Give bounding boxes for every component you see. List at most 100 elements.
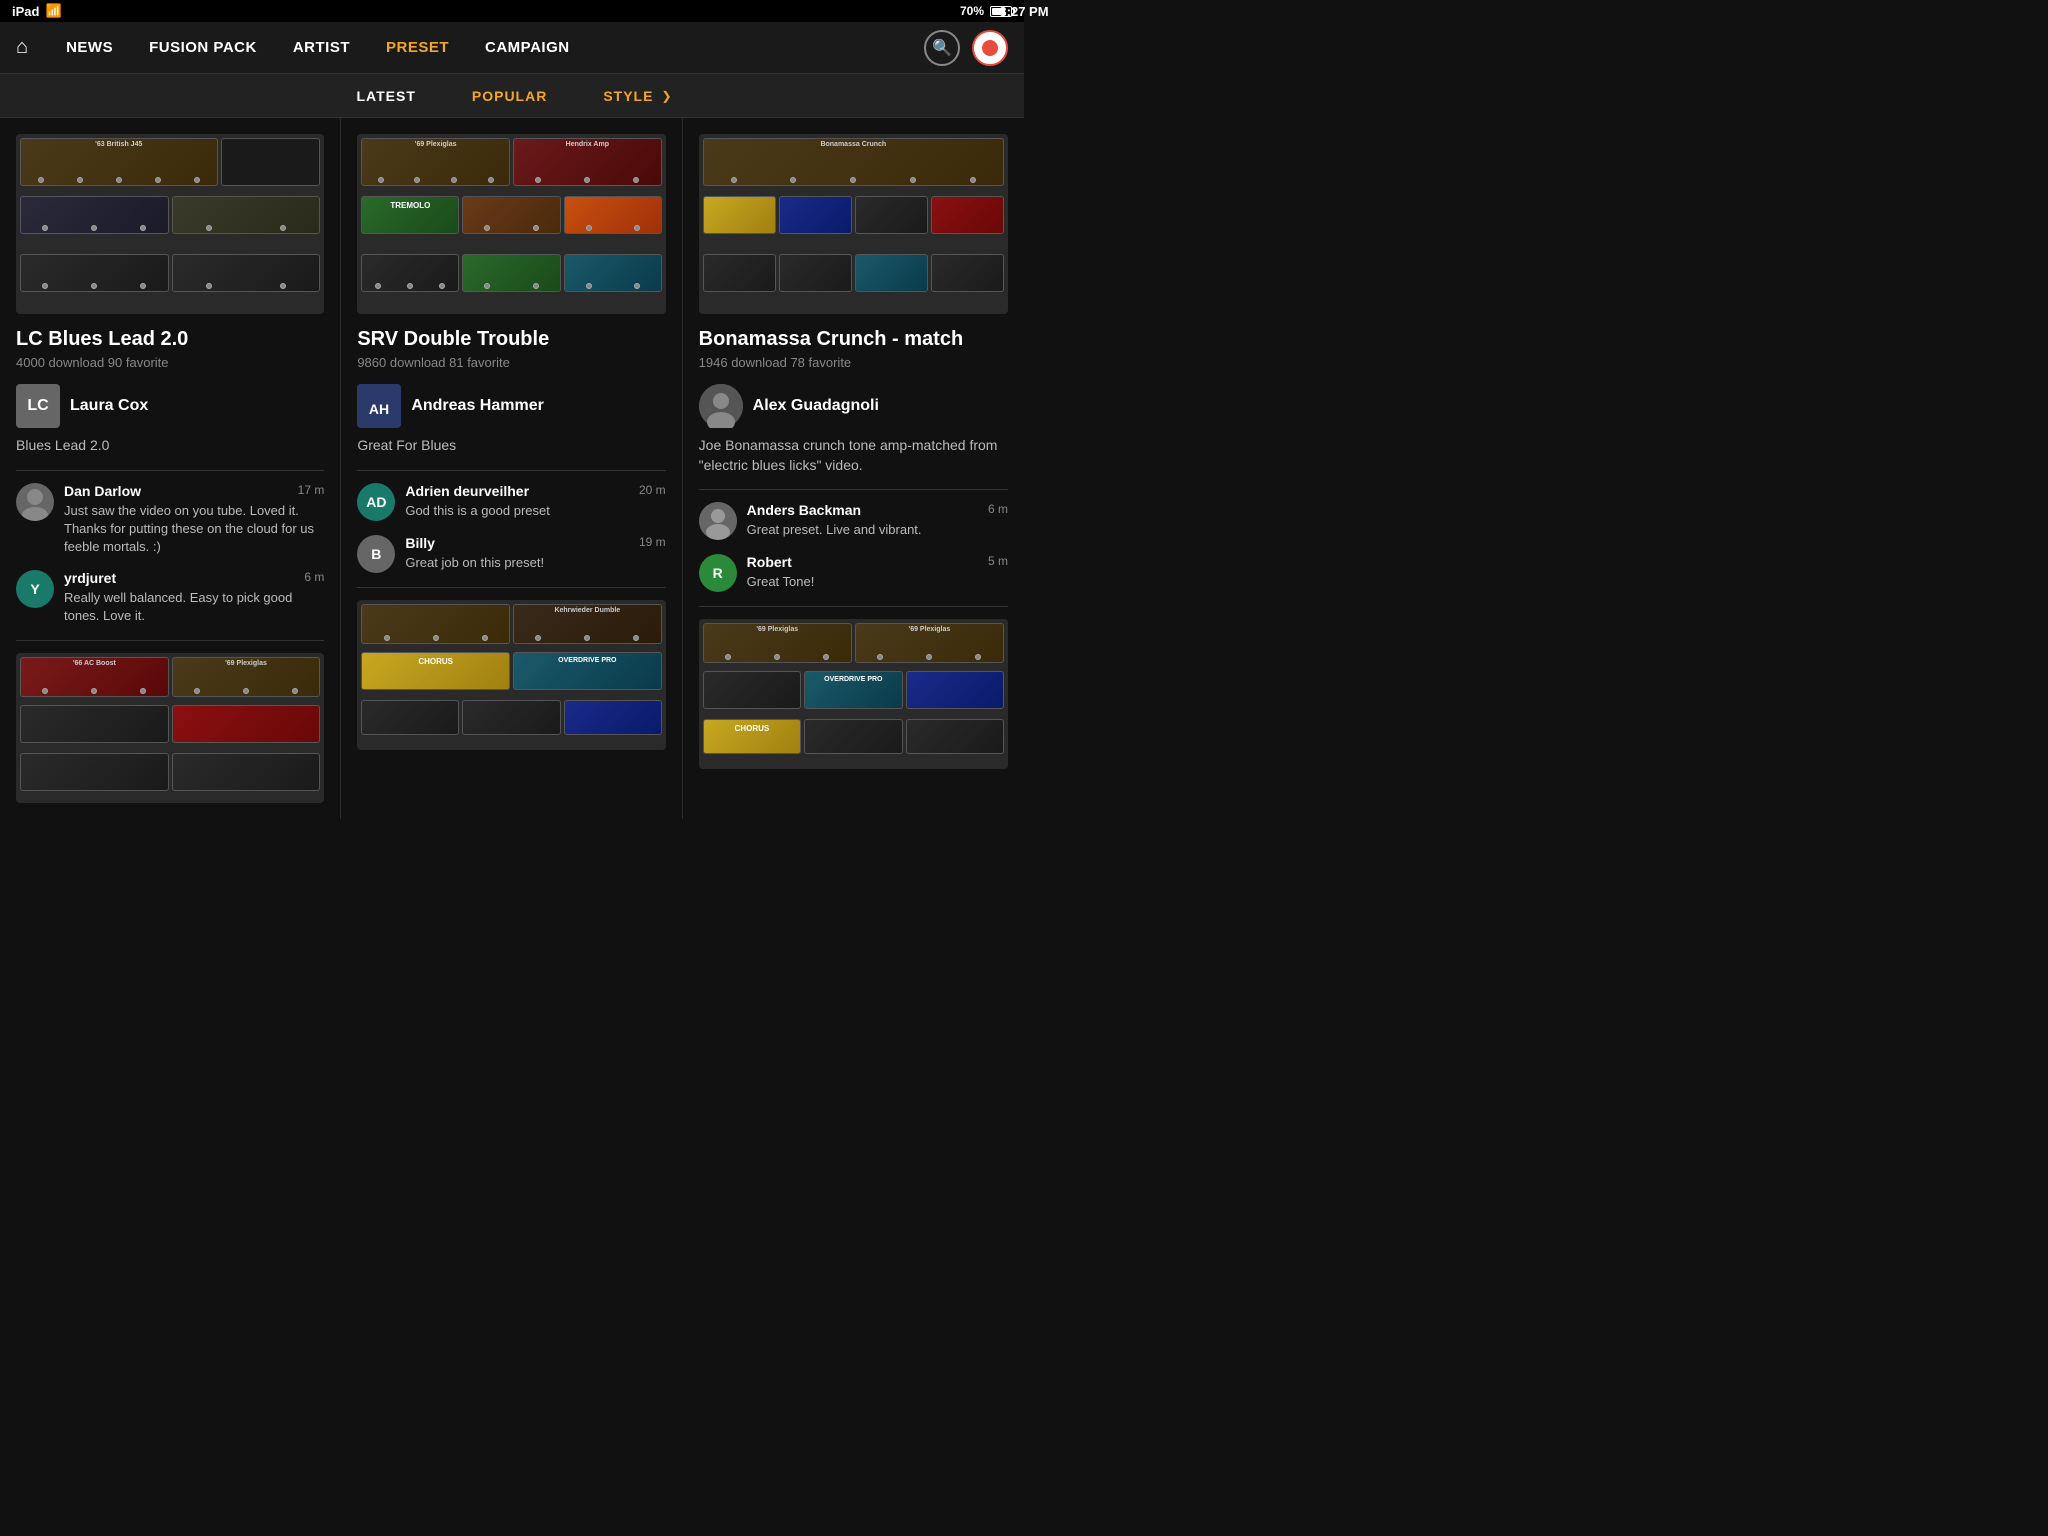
preset-title-1: LC Blues Lead 2.0 [16, 328, 324, 351]
comment-avatar-1-2: Y [16, 570, 54, 608]
comment-text-3-2: Great Tone! [747, 573, 1008, 591]
author-avatar-1: LC [16, 384, 60, 428]
nav-right: 🔍 [924, 30, 1008, 66]
comment-name-3-2: Robert [747, 554, 792, 570]
divider-2 [357, 470, 665, 471]
divider-1b [16, 640, 324, 641]
preset-stats-1: 4000 download 90 favorite [16, 355, 324, 370]
comment-header-1-1: Dan Darlow 17 m [64, 483, 324, 499]
comment-body-2-1: Adrien deurveilher 20 m God this is a go… [405, 483, 665, 521]
nav-campaign[interactable]: CAMPAIGN [467, 22, 588, 74]
subnav-style[interactable]: STYLE [599, 88, 657, 104]
preset-title-3: Bonamassa Crunch - match [699, 328, 1008, 351]
comment-name-2-1: Adrien deurveilher [405, 483, 529, 499]
comment-body-3-1: Anders Backman 6 m Great preset. Live an… [747, 502, 1008, 540]
column-2: '69 Plexiglas Hendrix Amp TREMOLO [341, 118, 682, 819]
status-bar: iPad 📶 3:27 PM 70% [0, 0, 1024, 22]
comment-2-2: B Billy 19 m Great job on this preset! [357, 535, 665, 573]
comment-header-2-1: Adrien deurveilher 20 m [405, 483, 665, 499]
comment-header-3-1: Anders Backman 6 m [747, 502, 1008, 518]
comment-avatar-3-1 [699, 502, 737, 540]
preset-title-2: SRV Double Trouble [357, 328, 665, 351]
subnav-style-container: STYLE ❯ [599, 88, 671, 104]
preset-desc-2: Great For Blues [357, 436, 665, 456]
comment-text-2-1: God this is a good preset [405, 502, 665, 520]
comment-time-2-1: 20 m [639, 483, 666, 499]
comment-text-3-1: Great preset. Live and vibrant. [747, 521, 1008, 539]
divider-3b [699, 606, 1008, 607]
comment-body-2-2: Billy 19 m Great job on this preset! [405, 535, 665, 573]
subnav-latest[interactable]: LATEST [352, 88, 419, 104]
divider-2b [357, 587, 665, 588]
author-row-1: LC Laura Cox [16, 384, 324, 428]
record-icon [979, 37, 1001, 59]
battery-fill [992, 8, 1005, 15]
subnav-popular[interactable]: POPULAR [468, 88, 551, 104]
preset-stats-2: 9860 download 81 favorite [357, 355, 665, 370]
comment-time-1-1: 17 m [298, 483, 325, 499]
comment-1-1: Dan Darlow 17 m Just saw the video on yo… [16, 483, 324, 557]
author-avatar-2: AH [357, 384, 401, 428]
comment-3-2: R Robert 5 m Great Tone! [699, 554, 1008, 592]
battery-icon [990, 6, 1012, 17]
home-button[interactable]: ⌂ [16, 36, 28, 59]
divider-1 [16, 470, 324, 471]
nav-items: NEWS FUSION PACK ARTIST PRESET CAMPAIGN [48, 22, 924, 74]
comment-time-3-2: 5 m [988, 554, 1008, 570]
preset-image-1b[interactable]: '66 AC Boost '69 Plexiglas [16, 653, 324, 803]
nav-artist[interactable]: ARTIST [275, 22, 368, 74]
comment-avatar-2-2: B [357, 535, 395, 573]
preset-image-1[interactable]: '63 British J45 [16, 134, 324, 314]
preset-image-3[interactable]: Bonamassa Crunch [699, 134, 1008, 314]
column-3: Bonamassa Crunch Bonamassa Crunch - matc… [683, 118, 1024, 819]
svg-text:AH: AH [369, 401, 389, 417]
comment-name-2-2: Billy [405, 535, 435, 551]
column-1: '63 British J45 [0, 118, 341, 819]
comment-name-1-2: yrdjuret [64, 570, 116, 586]
author-name-3: Alex Guadagnoli [753, 397, 879, 415]
search-icon: 🔍 [932, 38, 952, 58]
comment-avatar-1-1 [16, 483, 54, 521]
comment-body-3-2: Robert 5 m Great Tone! [747, 554, 1008, 592]
comment-avatar-3-2: R [699, 554, 737, 592]
comment-time-3-1: 6 m [988, 502, 1008, 518]
search-button[interactable]: 🔍 [924, 30, 960, 66]
nav-bar: ⌂ NEWS FUSION PACK ARTIST PRESET CAMPAIG… [0, 22, 1024, 74]
comment-text-2-2: Great job on this preset! [405, 554, 665, 572]
preset-desc-3: Joe Bonamassa crunch tone amp-matched fr… [699, 436, 1008, 475]
preset-image-2[interactable]: '69 Plexiglas Hendrix Amp TREMOLO [357, 134, 665, 314]
comment-header-1-2: yrdjuret 6 m [64, 570, 324, 586]
comment-name-3-1: Anders Backman [747, 502, 861, 518]
wifi-icon: 📶 [45, 3, 61, 19]
comment-avatar-2-1: AD [357, 483, 395, 521]
preset-image-2b[interactable]: Kehrwieder Dumble CHORUS OVERDRIVE PRO [357, 600, 665, 750]
author-avatar-3 [699, 384, 743, 428]
comment-time-2-2: 19 m [639, 535, 666, 551]
comment-header-3-2: Robert 5 m [747, 554, 1008, 570]
status-left: iPad 📶 [12, 3, 62, 19]
device-label: iPad [12, 4, 39, 19]
battery-percent: 70% [960, 4, 984, 18]
preset-stats-3: 1946 download 78 favorite [699, 355, 1008, 370]
divider-3 [699, 489, 1008, 490]
comment-body-1-1: Dan Darlow 17 m Just saw the video on yo… [64, 483, 324, 557]
nav-fusion-pack[interactable]: FUSION PACK [131, 22, 275, 74]
nav-preset[interactable]: PRESET [368, 22, 467, 74]
author-name-2: Andreas Hammer [411, 397, 544, 415]
comment-1-2: Y yrdjuret 6 m Really well balanced. Eas… [16, 570, 324, 625]
content-grid: '63 British J45 [0, 118, 1024, 819]
author-row-2: AH Andreas Hammer [357, 384, 665, 428]
record-button[interactable] [972, 30, 1008, 66]
status-right: 70% [960, 4, 1012, 18]
comment-2-1: AD Adrien deurveilher 20 m God this is a… [357, 483, 665, 521]
chevron-right-icon: ❯ [661, 89, 671, 103]
sub-nav: LATEST POPULAR STYLE ❯ [0, 74, 1024, 118]
comment-time-1-2: 6 m [304, 570, 324, 586]
comment-name-1-1: Dan Darlow [64, 483, 141, 499]
nav-news[interactable]: NEWS [48, 22, 131, 74]
author-row-3: Alex Guadagnoli [699, 384, 1008, 428]
preset-image-3b[interactable]: '69 Plexiglas '69 Plexiglas OVERDRIVE PR… [699, 619, 1008, 769]
author-name-1: Laura Cox [70, 397, 148, 415]
comment-text-1-1: Just saw the video on you tube. Loved it… [64, 502, 324, 557]
comment-text-1-2: Really well balanced. Easy to pick good … [64, 589, 324, 625]
